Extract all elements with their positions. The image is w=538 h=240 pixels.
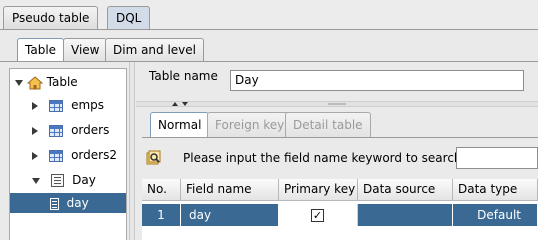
tree-item-emps[interactable]: emps: [32, 95, 104, 115]
tree-root-label: Table: [46, 75, 78, 89]
column-header-data-source[interactable]: Data source: [358, 179, 453, 201]
tree-item-day[interactable]: Day: [32, 170, 96, 190]
table-name-input[interactable]: Day: [230, 70, 524, 91]
tab-dql[interactable]: DQL: [107, 6, 151, 30]
column-header-no[interactable]: No.: [142, 179, 181, 201]
expand-icon[interactable]: [32, 151, 38, 160]
tree-item-label: Day: [72, 173, 96, 187]
vertical-splitter[interactable]: [129, 62, 135, 240]
tab-detail-table[interactable]: Detail table: [285, 112, 371, 138]
tree-item-label: orders2: [71, 148, 117, 162]
document-icon: [51, 174, 65, 187]
tree-item-label: emps: [71, 98, 105, 112]
column-header-data-type[interactable]: Data type: [453, 179, 538, 201]
table-icon: [49, 149, 64, 162]
splitter-grip-icon: [328, 103, 346, 105]
inner-tab-divider: [142, 137, 538, 138]
splitter-arrows-icon[interactable]: [171, 101, 191, 107]
top-tab-strip: Pseudo table DQL: [0, 0, 538, 30]
cell-data-type[interactable]: Default: [453, 204, 538, 226]
table-icon: [49, 124, 64, 137]
tree-root-table[interactable]: Table: [15, 72, 78, 92]
table-icon: [49, 99, 64, 112]
cell-primary-key[interactable]: ✓: [279, 204, 358, 226]
tab-table[interactable]: Table: [17, 38, 65, 62]
expand-icon[interactable]: [32, 101, 38, 110]
table-tree[interactable]: Table emps orders orders2 Day day: [9, 68, 127, 240]
tab-normal[interactable]: Normal: [150, 112, 210, 138]
tree-item-orders[interactable]: orders: [32, 120, 109, 140]
fields-grid[interactable]: No. Field name Primary key Data source D…: [142, 179, 538, 240]
tab-view[interactable]: View: [63, 38, 108, 62]
search-icon[interactable]: [146, 150, 162, 166]
column-header-primary-key[interactable]: Primary key: [279, 179, 358, 201]
collapse-icon[interactable]: [15, 79, 23, 86]
tree-item-label: orders: [71, 123, 110, 137]
tree-item-orders2[interactable]: orders2: [32, 145, 117, 165]
tree-leaf-day[interactable]: day: [10, 193, 126, 213]
table-name-label: Table name: [149, 69, 218, 83]
cell-data-source[interactable]: [358, 204, 453, 226]
cell-no: 1: [142, 204, 181, 226]
tab-dim-and-level[interactable]: Dim and level: [105, 38, 205, 62]
column-header-field-name[interactable]: Field name: [181, 179, 279, 201]
collapse-icon[interactable]: [32, 177, 40, 184]
search-prompt: Please input the field name keyword to s…: [183, 151, 466, 165]
search-input[interactable]: [456, 147, 538, 169]
home-icon: [26, 75, 43, 89]
tree-leaf-label: day: [66, 196, 89, 210]
expand-icon[interactable]: [32, 126, 38, 135]
primary-key-checkbox[interactable]: ✓: [311, 209, 324, 222]
tab-foreign-key[interactable]: Foreign key: [207, 112, 293, 138]
field-icon: [50, 197, 59, 210]
cell-field-name[interactable]: day: [181, 204, 279, 226]
tab-pseudo-table[interactable]: Pseudo table: [3, 6, 99, 30]
